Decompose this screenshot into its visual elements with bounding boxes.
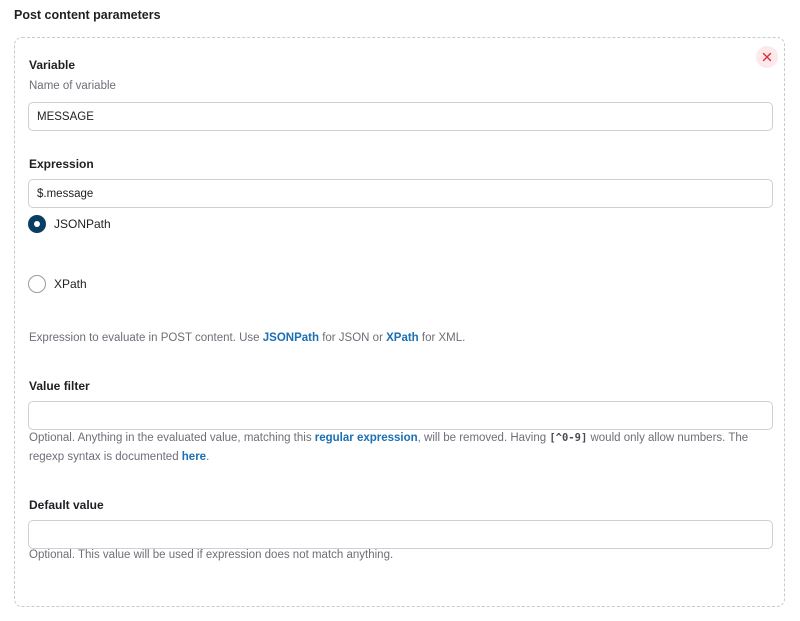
variable-input[interactable] [28,102,773,131]
value-filter-help-text-1: Optional. Anything in the evaluated valu… [29,432,315,444]
default-value-label: Default value [29,498,104,512]
default-value-help: Optional. This value will be used if exp… [29,549,394,561]
value-filter-help: Optional. Anything in the evaluated valu… [29,429,769,467]
regex-example-code: [^0-9] [549,432,588,444]
expression-help-text-3: for XML. [418,332,466,344]
remove-parameter-button[interactable] [756,46,778,68]
radio-jsonpath-label: JSONPath [54,217,111,231]
expression-help-text-1: Expression to evaluate in POST content. … [29,332,263,344]
jsonpath-link[interactable]: JSONPath [263,332,319,344]
here-link[interactable]: here [182,451,206,463]
default-value-input[interactable] [28,520,773,549]
section-title: Post content parameters [14,8,161,22]
value-filter-label: Value filter [29,379,90,393]
variable-label: Variable [29,58,76,72]
post-content-parameters-panel: Post content parameters Variable Name of… [0,0,800,621]
expression-help: Expression to evaluate in POST content. … [29,329,465,348]
radio-unchecked-icon [28,275,46,293]
value-filter-help-text-2: , will be removed. Having [417,432,550,444]
regular-expression-link[interactable]: regular expression [315,432,418,444]
value-filter-help-text-4: . [206,451,210,463]
expression-help-text-2: for JSON or [319,332,387,344]
variable-description: Name of variable [29,80,116,92]
radio-xpath[interactable]: XPath [28,275,87,293]
expression-input[interactable] [28,179,773,208]
close-icon [762,52,772,62]
xpath-link[interactable]: XPath [386,332,419,344]
radio-jsonpath[interactable]: JSONPath [28,215,111,233]
value-filter-input[interactable] [28,401,773,430]
radio-checked-icon [28,215,46,233]
radio-xpath-label: XPath [54,277,87,291]
expression-label: Expression [29,157,94,171]
